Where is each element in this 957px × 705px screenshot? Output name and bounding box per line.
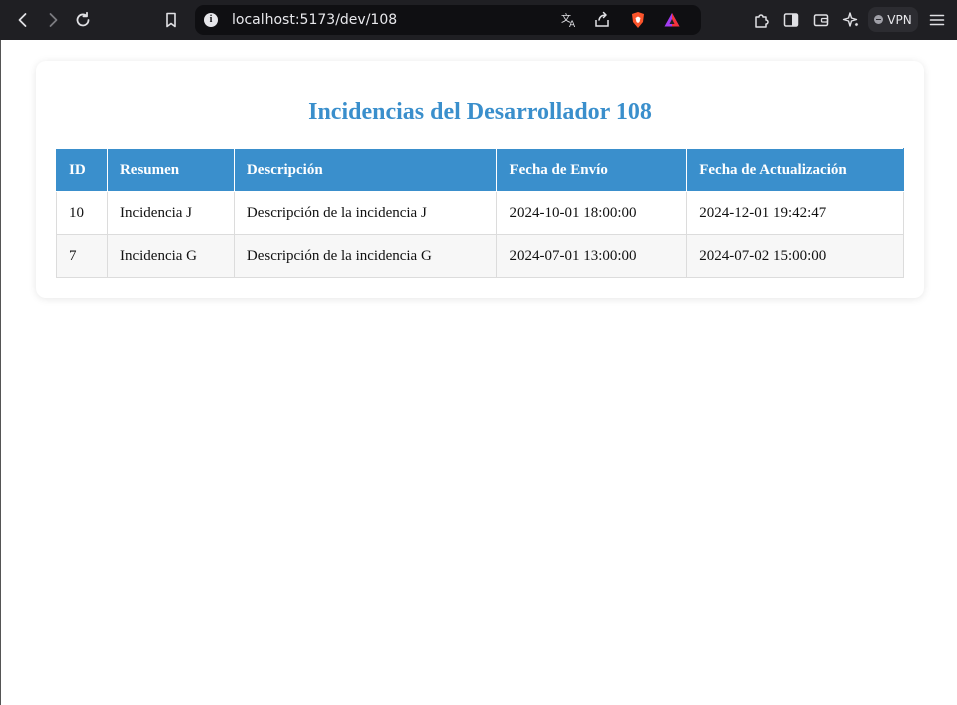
- share-icon[interactable]: [591, 9, 613, 31]
- table-header-row: ID Resumen Descripción Fecha de Envío Fe…: [56, 148, 904, 192]
- table-row: 10 Incidencia J Descripción de la incide…: [56, 191, 904, 235]
- translate-icon[interactable]: 文A: [558, 9, 580, 31]
- browser-toolbar: i localhost:5173/dev/108 文A VPN: [0, 0, 957, 40]
- cell-summary: Incidencia G: [106, 234, 235, 278]
- cell-summary: Incidencia J: [106, 191, 235, 235]
- table-row: 7 Incidencia G Descripción de la inciden…: [56, 234, 904, 278]
- svg-text:A: A: [569, 20, 576, 29]
- vpn-button[interactable]: VPN: [868, 7, 918, 32]
- issues-card: Incidencias del Desarrollador 108 ID Res…: [36, 61, 924, 298]
- cell-submitted-date: 2024-07-01 13:00:00: [496, 234, 688, 278]
- reload-icon[interactable]: [71, 8, 95, 32]
- window-edge: [0, 40, 1, 705]
- extensions-icon[interactable]: [750, 9, 772, 31]
- back-icon[interactable]: [11, 8, 35, 32]
- column-header-description: Descripción: [233, 148, 498, 192]
- cell-updated-date: 2024-07-02 15:00:00: [686, 234, 904, 278]
- vpn-icon: [874, 15, 884, 24]
- address-bar[interactable]: i localhost:5173/dev/108 文A: [195, 5, 701, 35]
- brave-rewards-icon[interactable]: [661, 9, 683, 31]
- cell-updated-date: 2024-12-01 19:42:47: [686, 191, 904, 235]
- vpn-label: VPN: [887, 12, 912, 27]
- leo-ai-icon[interactable]: [840, 9, 862, 31]
- menu-icon[interactable]: [926, 9, 948, 31]
- column-header-summary: Resumen: [106, 148, 235, 192]
- bookmark-icon[interactable]: [159, 8, 183, 32]
- cell-description: Descripción de la incidencia G: [233, 234, 498, 278]
- column-header-updated-date: Fecha de Actualización: [686, 148, 904, 192]
- forward-icon[interactable]: [41, 8, 65, 32]
- sidebar-icon[interactable]: [780, 9, 802, 31]
- brave-shield-icon[interactable]: [627, 9, 649, 31]
- cell-submitted-date: 2024-10-01 18:00:00: [496, 191, 688, 235]
- wallet-icon[interactable]: [810, 9, 832, 31]
- url-text[interactable]: localhost:5173/dev/108: [232, 12, 397, 28]
- issues-table: ID Resumen Descripción Fecha de Envío Fe…: [56, 148, 904, 278]
- page-title: Incidencias del Desarrollador 108: [308, 99, 652, 125]
- cell-id: 10: [56, 191, 108, 235]
- column-header-id: ID: [56, 148, 108, 192]
- column-header-submitted-date: Fecha de Envío: [496, 148, 688, 192]
- cell-id: 7: [56, 234, 108, 278]
- cell-description: Descripción de la incidencia J: [233, 191, 498, 235]
- site-info-icon[interactable]: i: [204, 13, 218, 27]
